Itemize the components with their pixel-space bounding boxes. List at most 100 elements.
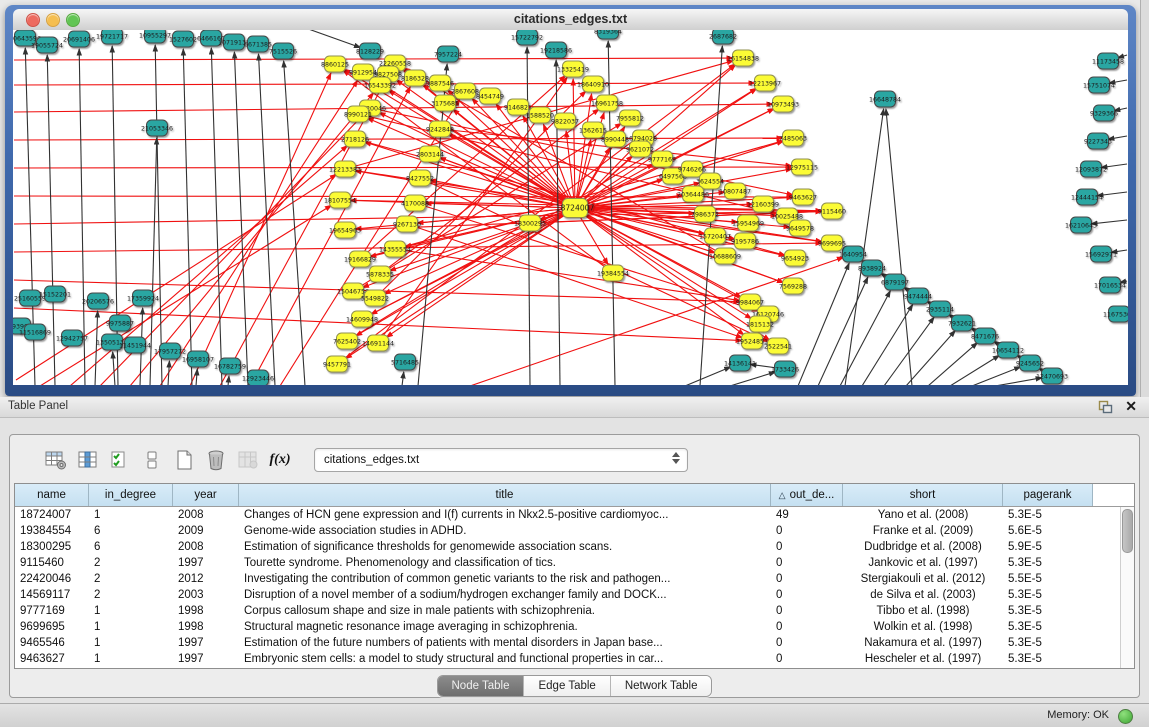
graph-node[interactable]: 10654112	[992, 342, 1024, 358]
graph-node[interactable]: 9329366	[1090, 105, 1118, 121]
graph-node[interactable]: 7955812	[616, 110, 644, 126]
graph-node[interactable]: 4170088	[401, 195, 429, 211]
graph-node[interactable]: 15751074	[1083, 77, 1115, 93]
validate-columns-icon[interactable]	[108, 449, 132, 471]
graph-node[interactable]: 12975115	[786, 159, 818, 175]
graph-node[interactable]: 9474444	[904, 288, 932, 304]
column-settings-icon[interactable]	[44, 449, 68, 471]
graph-node[interactable]: 8427552	[406, 170, 434, 186]
graph-node[interactable]: 9822037	[551, 113, 579, 129]
graph-node[interactable]: 1588520	[526, 107, 554, 123]
graph-node[interactable]: 15692971	[1085, 246, 1117, 262]
float-panel-icon[interactable]	[1098, 400, 1113, 414]
graph-node[interactable]: 19721717	[96, 30, 128, 44]
graph-node[interactable]: 13325419	[557, 61, 589, 77]
table-row[interactable]: 1872400712008Changes of HCN gene express…	[15, 507, 1121, 523]
graph-node[interactable]: 14136141	[724, 355, 756, 371]
graph-node[interactable]: 7932621	[948, 315, 976, 331]
graph-node[interactable]: 9621072	[626, 141, 654, 157]
graph-node[interactable]: 9267130	[393, 216, 421, 232]
graph-node[interactable]: 6879197	[881, 274, 909, 290]
graph-node[interactable]: 9654923	[781, 250, 809, 266]
table-row[interactable]: 946554611997Estimation of the future num…	[15, 635, 1121, 651]
graph-node[interactable]: 17016534	[1094, 277, 1126, 293]
graph-node[interactable]: 18640910	[577, 76, 609, 92]
graph-node[interactable]: 8128229	[356, 43, 384, 59]
row-height-icon[interactable]	[140, 449, 164, 471]
graph-node[interactable]: 9975887	[106, 315, 134, 331]
graph-node[interactable]: 8319364	[594, 30, 622, 39]
graph-node[interactable]: 2867608	[451, 83, 479, 99]
graph-node[interactable]: 11173458	[1092, 53, 1124, 69]
graph-node[interactable]: 7986372	[691, 206, 719, 222]
table-row[interactable]: 911546021997Tourette syndrome. Phenomeno…	[15, 555, 1121, 571]
close-panel-icon[interactable]: ✕	[1125, 398, 1137, 415]
graph-node[interactable]: 14691144	[362, 335, 394, 351]
graph-node[interactable]: 5549822	[361, 290, 389, 306]
graph-node[interactable]: 10688609	[709, 248, 741, 264]
graph-node[interactable]: 10955297	[139, 30, 171, 43]
graph-node[interactable]: 2718126	[341, 131, 369, 147]
column-header-pagerank[interactable]: pagerank	[1003, 484, 1093, 506]
graph-node[interactable]: 6671385	[244, 36, 272, 52]
graph-node[interactable]: 1527602	[169, 31, 197, 47]
graph-node[interactable]: 5878335	[366, 266, 394, 282]
graph-node[interactable]: 8990448	[601, 131, 629, 147]
graph-node[interactable]: 2803144	[416, 146, 444, 162]
graph-node[interactable]: 8860125	[321, 56, 349, 72]
graph-node[interactable]: 19218586	[540, 42, 572, 58]
graph-node[interactable]: 20691406	[63, 31, 95, 47]
table-row[interactable]: 2242004622012Investigating the contribut…	[15, 571, 1121, 587]
graph-node[interactable]: 7625402	[333, 333, 361, 349]
tab-network-table[interactable]: Network Table	[610, 676, 712, 696]
graph-node[interactable]: 9115460	[818, 203, 846, 219]
graph-node[interactable]: 12213967	[749, 75, 781, 91]
graph-node[interactable]: 12942757	[56, 330, 88, 346]
column-header-short[interactable]: short	[843, 484, 1003, 506]
graph-node[interactable]: 16961758	[591, 95, 623, 111]
graph-node[interactable]: 8471676	[971, 328, 999, 344]
graph-node[interactable]: 9699695	[818, 235, 846, 251]
graph-node[interactable]: 9457791	[323, 356, 351, 372]
graph-node[interactable]: 2935114	[926, 301, 954, 317]
scrollbar-thumb[interactable]	[1122, 509, 1133, 553]
graph-node[interactable]: 7515526	[269, 43, 297, 59]
graph-node[interactable]: 16648784	[869, 91, 901, 107]
import-table-icon[interactable]	[236, 449, 260, 471]
graph-node[interactable]: 12444154	[1071, 189, 1103, 205]
graph-node[interactable]: 7569288	[779, 278, 807, 294]
column-header-in_degree[interactable]: in_degree	[89, 484, 173, 506]
table-row[interactable]: 1830029562008Estimation of significance …	[15, 539, 1121, 555]
graph-node[interactable]: 8186328	[401, 70, 429, 86]
graph-node[interactable]: 9227343	[1084, 133, 1112, 149]
tab-edge-table[interactable]: Edge Table	[523, 676, 609, 696]
table-row[interactable]: 1938455462009Genome-wide association stu…	[15, 523, 1121, 539]
tab-node-table[interactable]: Node Table	[438, 676, 524, 696]
graph-node[interactable]: 19654963	[329, 222, 361, 238]
graph-node[interactable]: 16958107	[182, 351, 214, 367]
graph-node[interactable]: 19166829	[344, 251, 376, 267]
graph-node[interactable]: 1640954	[839, 246, 867, 262]
graph-node[interactable]: 1733426	[771, 361, 799, 377]
graph-node[interactable]: 3175685	[431, 95, 459, 111]
function-builder-icon[interactable]: f(x)	[268, 449, 292, 471]
new-table-icon[interactable]	[172, 449, 196, 471]
graph-node[interactable]: 15720407	[699, 228, 731, 244]
graph-node[interactable]: 19384554	[597, 265, 629, 281]
graph-node[interactable]: 7485063	[779, 130, 807, 146]
graph-node[interactable]: 5716485	[391, 354, 419, 370]
graph-node[interactable]: 7957224	[434, 46, 462, 62]
graph-node[interactable]: 1815132	[746, 316, 774, 332]
graph-node[interactable]: 16154838	[727, 50, 759, 66]
graph-node[interactable]: 11675300	[1103, 306, 1128, 322]
graph-node[interactable]: 2522541	[764, 338, 792, 354]
table-row[interactable]: 977716911998Corpus callosum shape and si…	[15, 603, 1121, 619]
graph-node[interactable]: 17359924	[127, 290, 159, 306]
graph-node[interactable]: 8990121	[344, 106, 372, 122]
graph-node[interactable]: 12923446	[242, 370, 274, 385]
graph-node[interactable]: 15722792	[511, 30, 543, 45]
network-view[interactable]: 2064359619055724206914061972171710955297…	[13, 30, 1128, 385]
graph-node[interactable]: 9887546	[426, 75, 454, 91]
vertical-scrollbar[interactable]	[1120, 507, 1134, 668]
graph-node[interactable]: 16782759	[214, 358, 246, 374]
